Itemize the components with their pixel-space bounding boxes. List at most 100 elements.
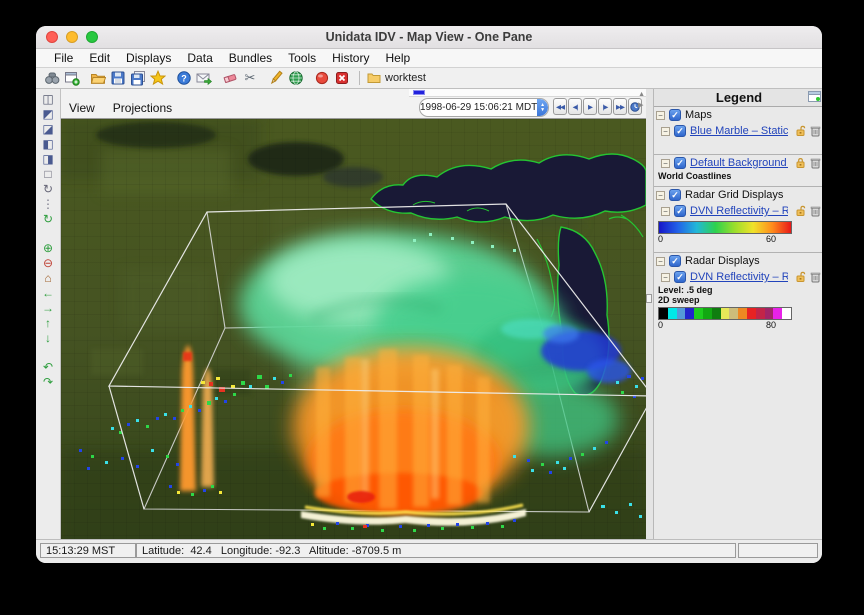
open-bundle-icon[interactable] — [89, 70, 107, 86]
menu-history[interactable]: History — [324, 51, 377, 65]
undo-icon[interactable]: ↶ — [40, 360, 57, 375]
display-detail-level: Level: .5 deg — [654, 285, 822, 295]
go-to-end-button[interactable]: ▶▶ — [613, 98, 627, 115]
animation-buttons: ◀◀◀|▶|▶▶▶ — [553, 98, 642, 115]
lock-open-icon[interactable] — [795, 205, 807, 217]
rotate-cube-icon[interactable]: ◫ — [40, 92, 57, 107]
top-view-icon[interactable]: ◩ — [40, 107, 57, 122]
colorbar-min: 0 — [658, 234, 663, 244]
display-link[interactable]: Default Background Maps — [690, 157, 788, 169]
colorbar-max: 80 — [766, 320, 776, 330]
collapse-toggle-icon[interactable]: − — [661, 159, 670, 168]
pan-left-icon[interactable]: ← — [40, 286, 57, 301]
collapse-toggle-icon[interactable]: − — [661, 207, 670, 216]
menu-edit[interactable]: Edit — [81, 51, 118, 65]
workspace-tab[interactable]: worktest — [367, 72, 426, 84]
collapse-toggle-icon[interactable]: − — [661, 127, 670, 136]
animation-position-marker[interactable] — [413, 90, 425, 95]
step-forward-button[interactable]: |▶ — [598, 98, 612, 115]
delete-icon[interactable] — [810, 205, 821, 217]
pan-up-icon[interactable]: ↑ — [40, 316, 57, 331]
zoom-out-icon[interactable]: ⊖ — [40, 256, 57, 271]
globe-icon[interactable] — [287, 70, 305, 86]
visibility-checkbox[interactable]: ✓ — [669, 255, 681, 267]
menu-data[interactable]: Data — [179, 51, 220, 65]
play-button[interactable]: ▶ — [583, 98, 597, 115]
workspace-label: worktest — [385, 72, 426, 84]
lock-open-icon[interactable] — [795, 271, 807, 283]
eraser-icon[interactable] — [221, 70, 239, 86]
save-favorites-icon[interactable] — [129, 70, 147, 86]
combo-stepper-icon[interactable]: ▲▼ — [537, 99, 548, 116]
visibility-checkbox[interactable]: ✓ — [669, 109, 681, 121]
reset-projection-icon[interactable]: □ — [40, 167, 57, 182]
redo-icon[interactable]: ↷ — [40, 375, 57, 390]
delete-icon[interactable] — [810, 125, 821, 137]
title-bar[interactable]: Unidata IDV - Map View - One Pane — [36, 26, 822, 49]
menu-tools[interactable]: Tools — [280, 51, 324, 65]
right-view-icon[interactable]: ◨ — [40, 152, 57, 167]
visibility-checkbox[interactable]: ✓ — [674, 271, 686, 283]
sweep-colorbar — [658, 307, 792, 320]
menu-displays[interactable]: Displays — [118, 51, 179, 65]
visibility-checkbox[interactable]: ✓ — [674, 157, 686, 169]
left-view-icon[interactable]: ◧ — [40, 137, 57, 152]
edit-pencil-icon[interactable] — [267, 70, 285, 86]
scroll-right-icon[interactable]: ▶ — [638, 102, 645, 109]
zoom-in-icon[interactable]: ⊕ — [40, 241, 57, 256]
collapse-toggle-icon[interactable]: − — [656, 111, 665, 120]
auto-rotate-icon[interactable]: ↻ — [40, 182, 57, 197]
stop-close-icon[interactable] — [333, 70, 351, 86]
time-select[interactable]: 1998-06-29 15:06:21 MDT ▲▼ — [419, 98, 549, 117]
menu-file[interactable]: File — [46, 51, 81, 65]
help-info-icon[interactable]: ? — [175, 70, 193, 86]
legend-group-radar-grid: − ✓ Radar Grid Displays — [654, 187, 822, 203]
data-chooser-icon[interactable] — [43, 70, 61, 86]
float-legend-icon[interactable] — [808, 91, 821, 102]
vertical-scale-icon[interactable]: ⋮ — [40, 197, 57, 212]
new-display-icon[interactable] — [63, 70, 81, 86]
visibility-checkbox[interactable]: ✓ — [674, 205, 686, 217]
scroll-up-icon[interactable]: ▲ — [638, 91, 645, 98]
panel-splitter[interactable] — [646, 89, 654, 539]
pan-right-icon[interactable]: → — [40, 301, 57, 316]
delete-icon[interactable] — [810, 271, 821, 283]
lock-closed-icon[interactable] — [795, 157, 807, 169]
map-3d-view[interactable] — [61, 119, 646, 539]
display-link[interactable]: DVN Reflectivity – Rada... — [690, 205, 788, 217]
legend-item-default-background-maps: − ✓ Default Background Maps — [654, 155, 822, 171]
display-link[interactable]: Blue Marble – Static — [690, 125, 788, 137]
home-view-icon[interactable]: ⌂ — [40, 271, 57, 286]
collapse-toggle-icon[interactable]: − — [661, 273, 670, 282]
menu-help[interactable]: Help — [377, 51, 418, 65]
menu-view[interactable]: View — [69, 101, 95, 115]
record-icon[interactable] — [313, 70, 331, 86]
go-to-start-button[interactable]: ◀◀ — [553, 98, 567, 115]
refresh-view-icon[interactable]: ↻ — [40, 212, 57, 227]
lock-open-icon[interactable] — [795, 125, 807, 137]
step-back-button[interactable]: ◀| — [568, 98, 582, 115]
favorites-star-icon[interactable] — [149, 70, 167, 86]
collapse-toggle-icon[interactable]: − — [656, 257, 665, 266]
pan-down-icon[interactable]: ↓ — [40, 331, 57, 346]
visibility-checkbox[interactable]: ✓ — [674, 125, 686, 137]
delete-icon[interactable] — [810, 157, 821, 169]
legend-title: Legend — [716, 90, 762, 105]
animation-timeline[interactable] — [409, 89, 646, 97]
time-value: 1998-06-29 15:06:21 MDT — [420, 102, 537, 113]
splitter-handle-icon[interactable] — [646, 294, 652, 303]
save-bundle-icon[interactable] — [109, 70, 127, 86]
support-request-icon[interactable] — [195, 70, 213, 86]
collapse-toggle-icon[interactable]: − — [656, 191, 665, 200]
group-label: Radar Displays — [685, 255, 760, 267]
visibility-checkbox[interactable]: ✓ — [669, 189, 681, 201]
cut-scissors-icon[interactable]: ✂ — [241, 70, 259, 86]
display-link[interactable]: DVN Reflectivity – Rada... — [690, 271, 788, 283]
app-window: Unidata IDV - Map View - One Pane FileEd… — [36, 26, 822, 563]
map-sublabel: World Coastlines — [654, 171, 822, 181]
colorbar-labels: 0 60 — [658, 234, 790, 244]
header-scroll-arrows[interactable]: ▲▶ — [638, 91, 645, 109]
menu-bundles[interactable]: Bundles — [221, 51, 280, 65]
menu-projections[interactable]: Projections — [113, 101, 172, 115]
bottom-view-icon[interactable]: ◪ — [40, 122, 57, 137]
